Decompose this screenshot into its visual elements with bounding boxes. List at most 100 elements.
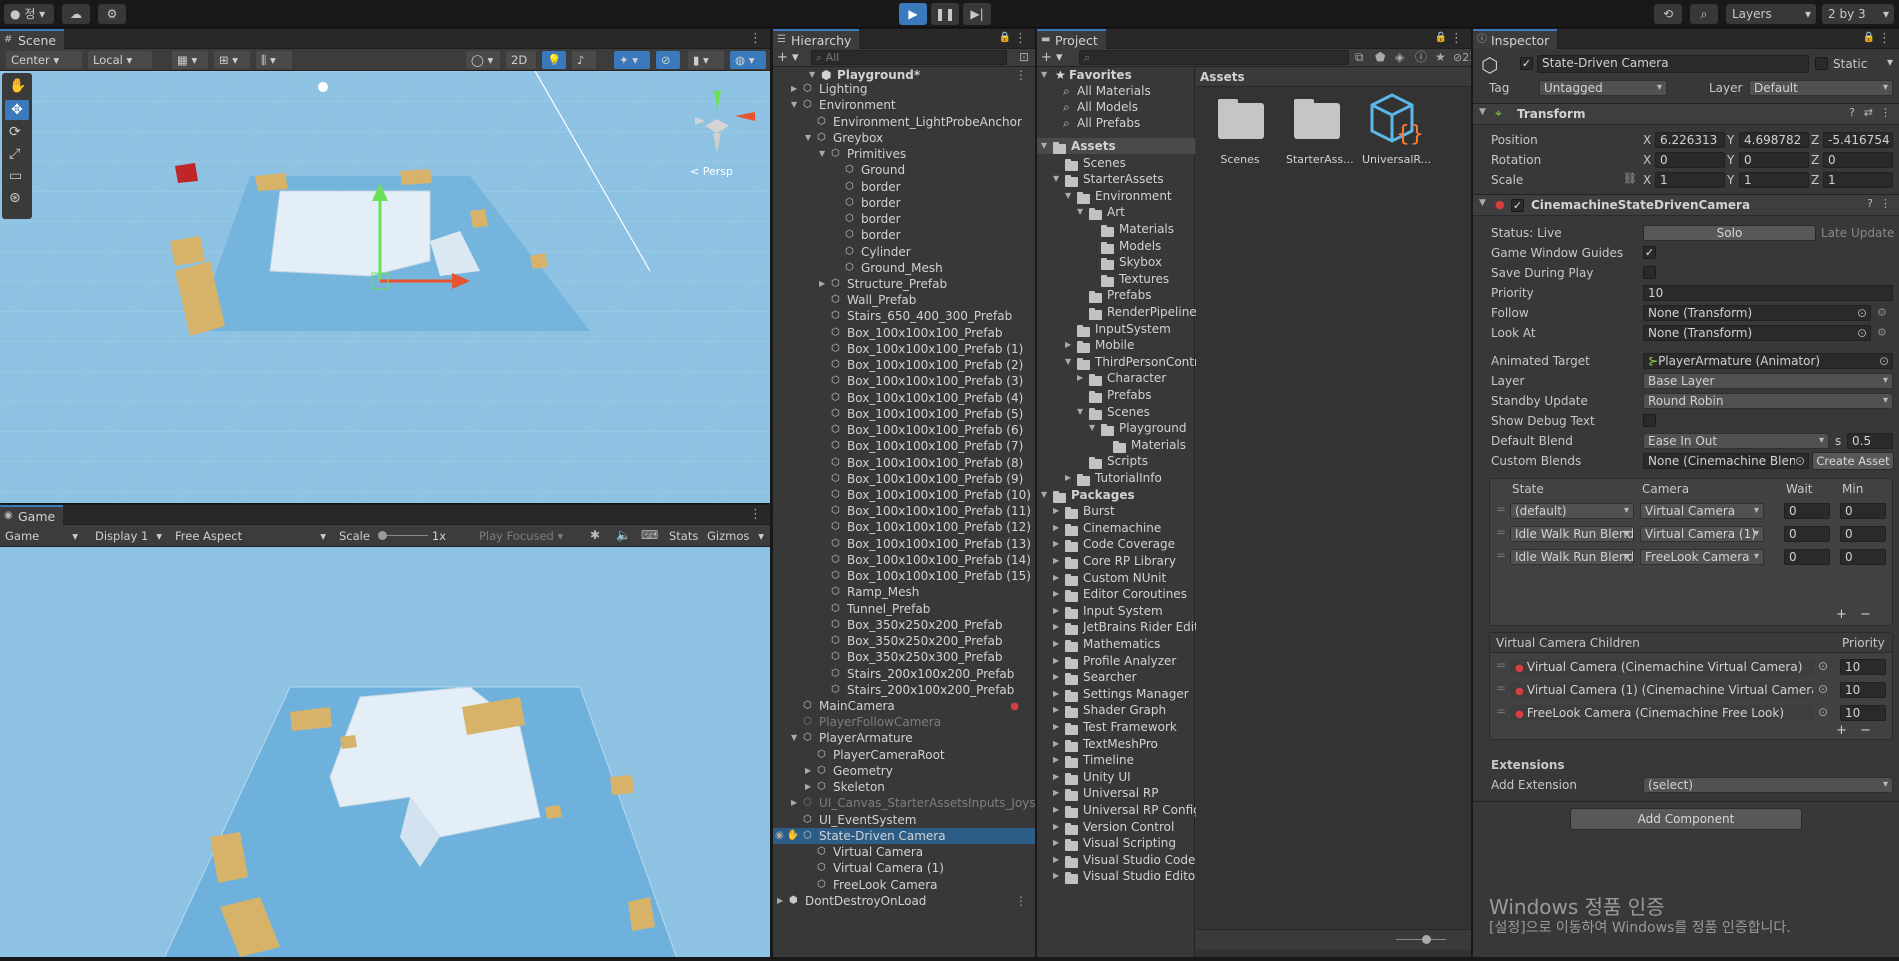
game-menu-icon[interactable]: ⋮: [749, 507, 762, 522]
scale-z-input[interactable]: 1: [1823, 172, 1893, 188]
increment-snap-button[interactable]: ⫼ ▾: [256, 51, 292, 69]
child-camera-field[interactable]: ● Virtual Camera (Cinemachine Virtual Ca…: [1510, 659, 1814, 675]
help-icon[interactable]: ?: [1849, 107, 1855, 118]
hierarchy-item[interactable]: ⬡ Ground: [773, 162, 1035, 178]
layer-dropdown[interactable]: Default: [1749, 80, 1893, 96]
static-checkbox[interactable]: [1815, 57, 1828, 70]
gear-icon[interactable]: ⚙: [1877, 306, 1887, 319]
hierarchy-item[interactable]: ⬡ Box_100x100x100_Prefab (2): [773, 357, 1035, 373]
child-camera-field[interactable]: ● Virtual Camera (1) (Cinemachine Virtua…: [1510, 682, 1814, 698]
state-dropdown[interactable]: Idle Walk Run Blend: [1510, 549, 1634, 565]
display-dropdown[interactable]: Display 1 ▾: [90, 527, 166, 545]
project-folder[interactable]: ▶ Test Framework: [1037, 719, 1195, 735]
hierarchy-item[interactable]: ⬡ Box_350x250x200_Prefab: [773, 617, 1035, 633]
hierarchy-item[interactable]: ▶ ⬡ Skeleton: [773, 779, 1035, 795]
asset-item-urp-asset[interactable]: {} UniversalR...: [1362, 91, 1431, 177]
hierarchy-item[interactable]: ⬡ Box_100x100x100_Prefab (3): [773, 373, 1035, 389]
static-dropdown[interactable]: ▾: [1887, 55, 1893, 69]
object-picker-icon[interactable]: ⊙: [1857, 306, 1867, 320]
foldout-arrow-icon[interactable]: ▼: [1041, 138, 1047, 154]
tab-project[interactable]: ▬ Project: [1037, 29, 1106, 49]
asset-item-scenes[interactable]: Scenes: [1210, 97, 1270, 177]
active-checkbox[interactable]: ✓: [1520, 57, 1533, 70]
child-priority-input[interactable]: 10: [1840, 659, 1886, 675]
gear-icon[interactable]: ⚙: [1877, 326, 1887, 339]
cloud-button[interactable]: ☁: [62, 4, 90, 24]
foldout-arrow-icon[interactable]: ▶: [1077, 370, 1083, 386]
project-folder[interactable]: ▼ Scenes: [1037, 404, 1195, 420]
wait-input[interactable]: 0: [1784, 526, 1830, 542]
project-folder[interactable]: ▶ Custom NUnit: [1037, 570, 1195, 586]
hierarchy-item[interactable]: ⬡ Stairs_200x100x200_Prefab: [773, 682, 1035, 698]
foldout-arrow-icon[interactable]: ▶: [1053, 520, 1059, 536]
game-view-dropdown[interactable]: Game ▾: [0, 527, 82, 545]
camera-dropdown[interactable]: Virtual Camera (1): [1640, 526, 1764, 542]
position-y-input[interactable]: 4.698782: [1739, 132, 1809, 148]
hierarchy-item[interactable]: ⬡ Wall_Prefab: [773, 292, 1035, 308]
state-row[interactable]: = (default) Virtual Camera 00: [1490, 501, 1892, 521]
favorite-item[interactable]: ⌕ All Models: [1037, 99, 1195, 115]
project-folder[interactable]: ▶ Timeline: [1037, 752, 1195, 769]
foldout-arrow-icon[interactable]: ▶: [1065, 337, 1071, 353]
drag-handle-icon[interactable]: =: [1496, 502, 1506, 516]
rect-tool-icon[interactable]: ▭: [9, 169, 22, 183]
hierarchy-item[interactable]: ▼ ⬡ Environment: [773, 97, 1035, 113]
hierarchy-item[interactable]: ▼ ⬡ Greybox: [773, 130, 1035, 146]
rotation-y-input[interactable]: 0: [1739, 152, 1809, 168]
hierarchy-item[interactable]: ▶⬡UI_Canvas_StarterAssetsInputs_Joystick…: [773, 795, 1035, 811]
project-folder[interactable]: ▶ Core RP Library: [1037, 553, 1195, 569]
custom-blends-field[interactable]: None (Cinemachine Blen ⊙: [1643, 453, 1809, 469]
project-folder[interactable]: ▶ Version Control: [1037, 819, 1195, 835]
zoom-slider[interactable]: [1196, 929, 1471, 949]
look-at-field[interactable]: None (Transform) ⊙: [1643, 325, 1871, 341]
camera-dropdown[interactable]: FreeLook Camera: [1640, 549, 1764, 565]
state-row[interactable]: = Idle Walk Run Blend FreeLook Camera 00: [1490, 547, 1892, 567]
drag-handle-icon[interactable]: =: [1496, 681, 1506, 695]
foldout-arrow-icon[interactable]: ▶: [1053, 586, 1059, 602]
rotation-x-input[interactable]: 0: [1655, 152, 1725, 168]
remove-state-button[interactable]: −: [1860, 607, 1871, 622]
hierarchy-item[interactable]: ⬡ Box_100x100x100_Prefab (10): [773, 487, 1035, 503]
transform-header[interactable]: ▼ ⌖ Transform ? ⇄ ⋮: [1473, 103, 1899, 125]
drag-handle-icon[interactable]: =: [1496, 548, 1506, 562]
project-folder[interactable]: Materials: [1037, 437, 1195, 453]
hierarchy-item[interactable]: ⬡ Box_100x100x100_Prefab (12): [773, 519, 1035, 535]
hierarchy-item[interactable]: ⬡ Box_100x100x100_Prefab (8): [773, 455, 1035, 471]
hand-tool-icon[interactable]: ✋: [9, 79, 26, 93]
project-folder[interactable]: ▶ Universal RP: [1037, 785, 1195, 802]
foldout-arrow-icon[interactable]: ▶: [1065, 470, 1071, 486]
assets-breadcrumb[interactable]: Assets: [1196, 67, 1471, 87]
foldout-arrow-icon[interactable]: ▶: [1053, 736, 1059, 752]
hierarchy-item[interactable]: ⬡ Box_100x100x100_Prefab (13): [773, 536, 1035, 552]
rotate-tool-icon[interactable]: ⟳: [9, 125, 21, 139]
hierarchy-item[interactable]: ⬡ FreeLook Camera: [773, 877, 1035, 893]
foldout-arrow-icon[interactable]: ▶: [1053, 769, 1059, 785]
inspector-menu-icon[interactable]: ⋮: [1878, 31, 1891, 46]
animated-target-field[interactable]: ⊱PlayerArmature (Animator) ⊙: [1643, 353, 1893, 369]
hierarchy-item[interactable]: ⬡ UI_EventSystem: [773, 812, 1035, 828]
drag-handle-icon[interactable]: =: [1496, 658, 1506, 672]
object-picker-icon[interactable]: ⊙: [1818, 682, 1828, 696]
scale-y-input[interactable]: 1: [1739, 172, 1809, 188]
grid-visibility-button[interactable]: ⊞ ▾: [214, 51, 250, 69]
layers-dropdown[interactable]: Layers ▾: [1726, 4, 1816, 24]
hierarchy-item[interactable]: ⬡ Box_100x100x100_Prefab (11): [773, 503, 1035, 519]
bug-icon[interactable]: ✱: [590, 529, 600, 541]
hidden-packages-count[interactable]: ⊘23: [1453, 51, 1471, 64]
position-z-input[interactable]: -5.416754: [1823, 132, 1893, 148]
mute-audio-icon[interactable]: 🔈: [616, 529, 631, 541]
draw-mode-dropdown[interactable]: ◯ ▾: [466, 51, 500, 69]
hierarchy-menu-icon[interactable]: ⋮: [1014, 31, 1027, 46]
project-folder[interactable]: ▶ Visual Scripting: [1037, 835, 1195, 852]
project-folder[interactable]: InputSystem: [1037, 321, 1195, 337]
visibility-icon[interactable]: ◉ ✋: [775, 828, 799, 844]
foldout-arrow-icon[interactable]: ▶: [819, 276, 825, 292]
foldout-arrow-icon[interactable]: ▼: [1041, 487, 1047, 503]
projection-label[interactable]: < Persp: [690, 165, 733, 178]
link-icon[interactable]: ⛓: [1623, 173, 1637, 184]
lock-icon[interactable]: 🔒: [1435, 33, 1447, 43]
scene-menu-icon[interactable]: ⋮: [1015, 893, 1027, 909]
project-folder[interactable]: ▶ Unity UI: [1037, 769, 1195, 785]
info-icon[interactable]: ⓘ: [1415, 51, 1427, 63]
foldout-arrow-icon[interactable]: ▶: [1053, 636, 1059, 652]
